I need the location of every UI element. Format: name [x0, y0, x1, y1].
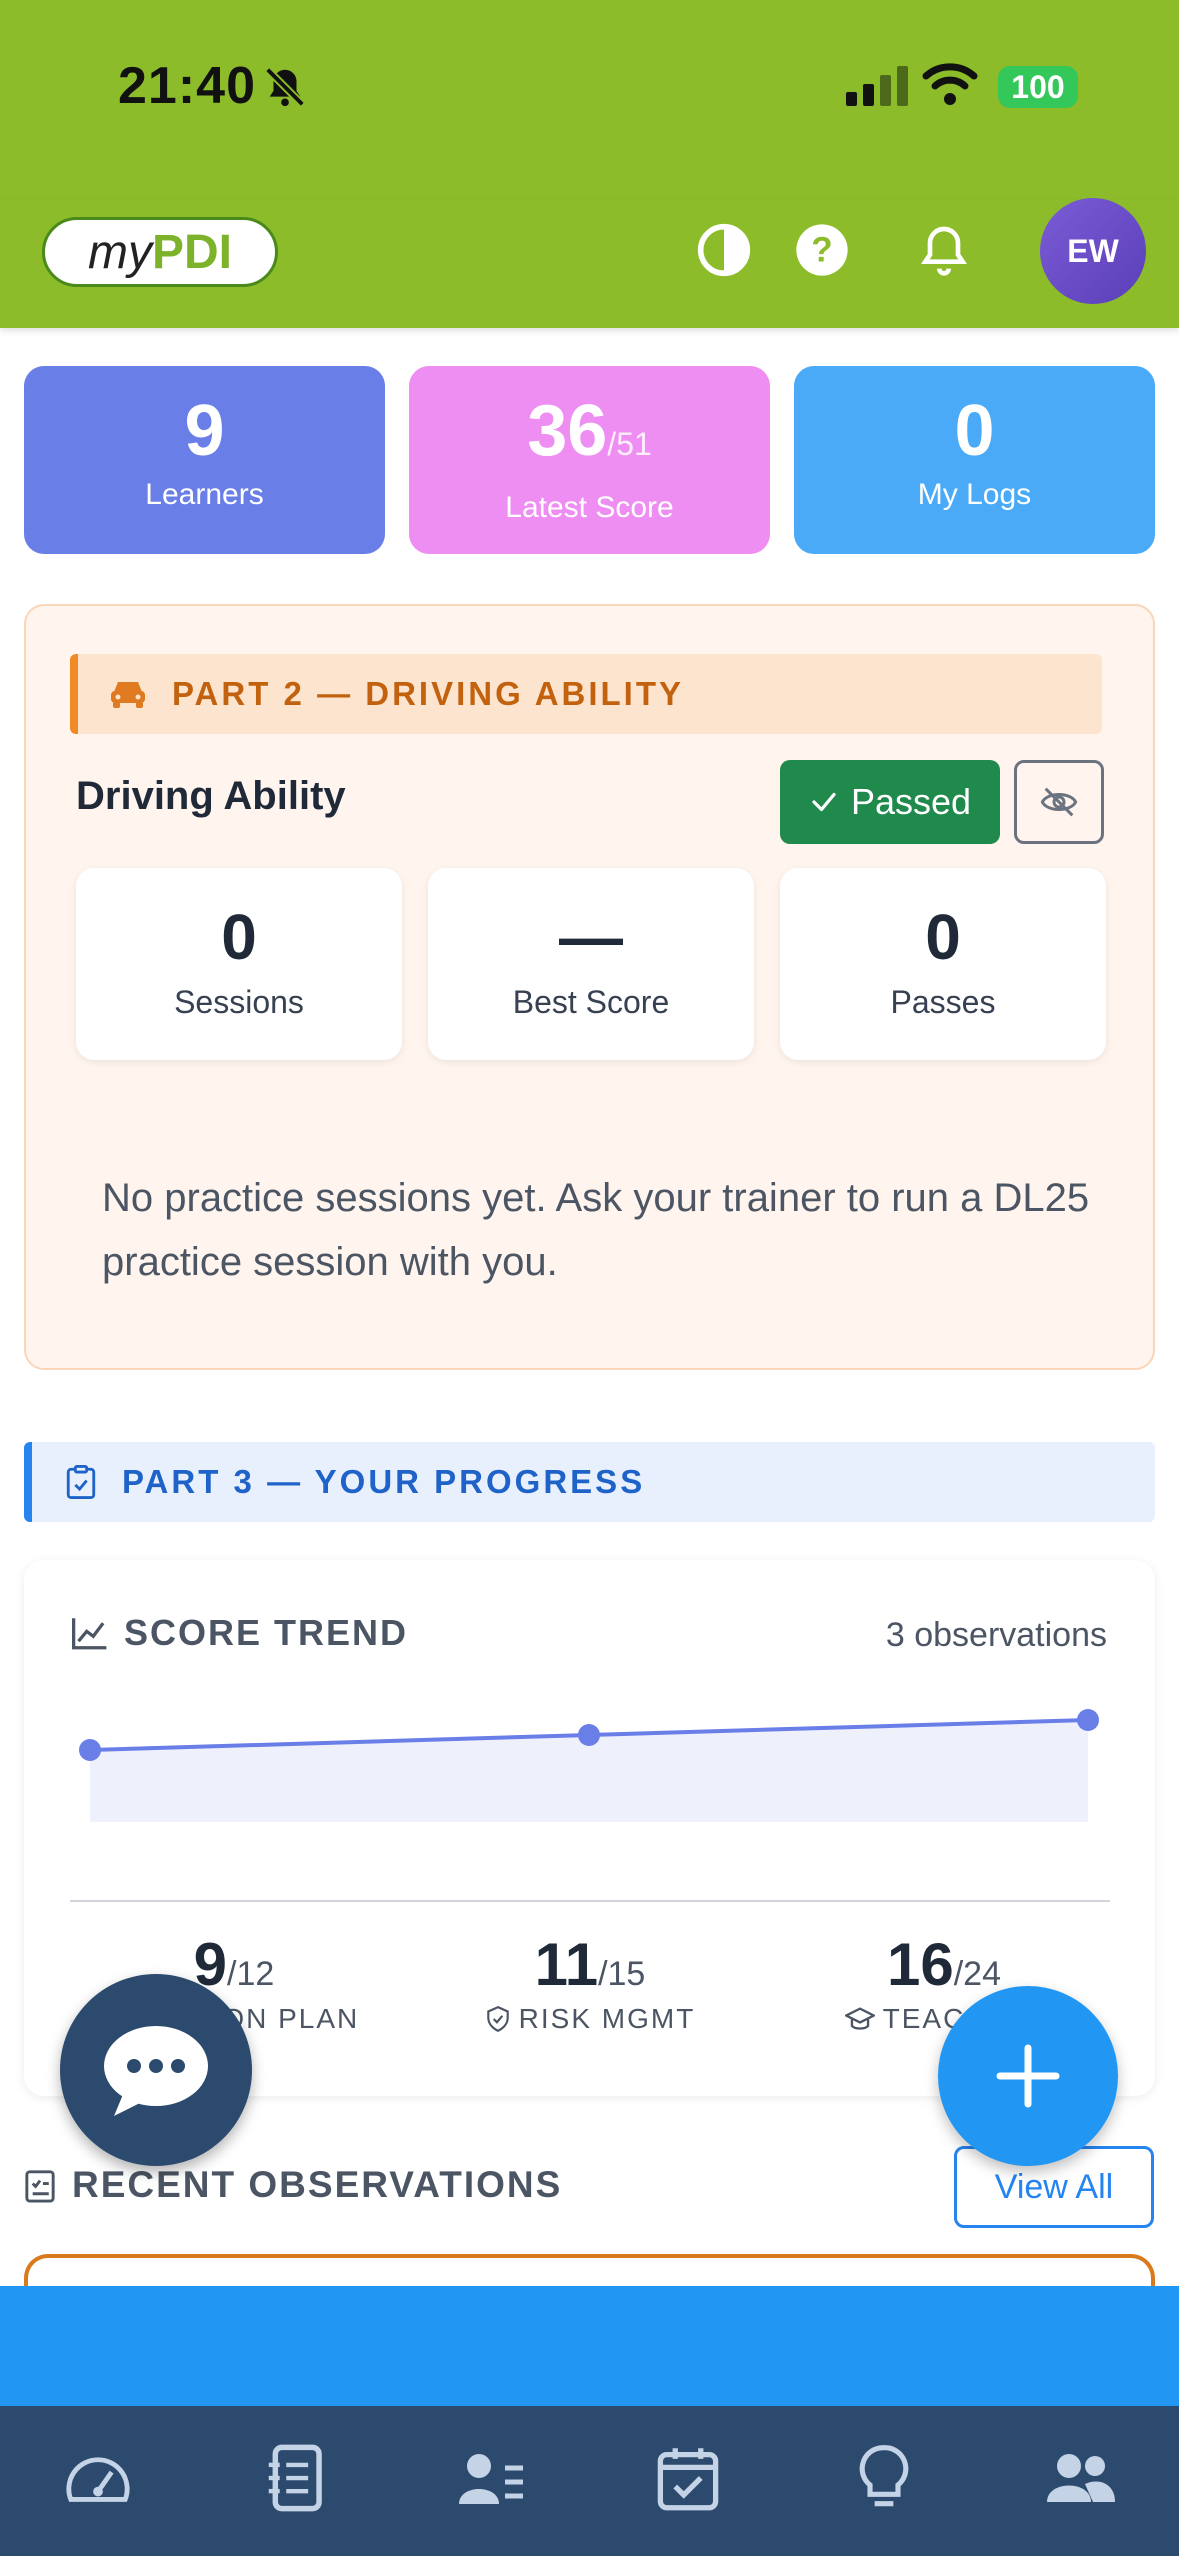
calendar-icon	[657, 2448, 719, 2511]
hide-toggle-button[interactable]	[1014, 760, 1104, 844]
logo-my-text: my	[88, 225, 152, 279]
part3-banner-text: PART 3 — YOUR PROGRESS	[122, 1463, 646, 1500]
best-score-value: —	[559, 901, 623, 973]
dashboard-icon	[66, 2457, 130, 2502]
stat-learners-label: Learners	[145, 478, 264, 511]
stat-latest-score-label: Latest Score	[505, 491, 674, 524]
checklist-icon	[25, 2170, 55, 2203]
car-icon	[111, 682, 145, 708]
part2-banner-text: PART 2 — DRIVING ABILITY	[172, 675, 685, 712]
wifi-icon	[922, 63, 978, 105]
stat-learners-value: 9	[184, 391, 225, 471]
teaching-score: 16	[886, 1931, 954, 1998]
status-time: 21:40	[118, 57, 256, 115]
risk-mgmt-label: RISK MGMT	[518, 2003, 696, 2034]
plus-icon	[996, 2044, 1060, 2108]
sessions-metric: 0 Sessions	[76, 868, 402, 1060]
check-icon	[812, 792, 836, 812]
logo-pdi-text: PDI	[151, 225, 232, 279]
teaching-max: /24	[953, 1955, 1001, 1993]
contrast-toggle-icon[interactable]	[696, 222, 752, 278]
eye-off-icon	[1040, 787, 1078, 817]
stat-my-logs-label: My Logs	[917, 478, 1032, 511]
svg-text:?: ?	[811, 231, 832, 270]
trend-point-2[interactable]	[578, 1724, 600, 1746]
passes-value: 0	[925, 901, 961, 973]
add-button[interactable]	[938, 1986, 1118, 2166]
part3-banner: PART 3 — YOUR PROGRESS	[24, 1442, 1155, 1522]
sessions-value: 0	[221, 901, 257, 973]
passed-label: Passed	[850, 781, 972, 822]
app-header: my PDI ? EW	[0, 198, 1179, 328]
sessions-label: Sessions	[174, 984, 304, 1020]
stat-learners[interactable]: 9 Learners	[24, 366, 385, 554]
nav-notes[interactable]	[250, 2440, 340, 2516]
empty-sessions-message: No practice sessions yet. Ask your train…	[102, 1176, 1090, 1284]
lightbulb-icon	[859, 2445, 909, 2507]
passed-button[interactable]: Passed	[780, 760, 1000, 844]
notes-icon	[268, 2444, 322, 2512]
trend-point-3[interactable]	[1077, 1709, 1099, 1731]
nav-tips[interactable]	[839, 2440, 929, 2516]
driving-ability-card: PART 2 — DRIVING ABILITY Driving Ability…	[24, 604, 1155, 1370]
nav-community[interactable]	[1036, 2440, 1126, 2516]
community-icon	[1046, 2454, 1115, 2502]
nav-dashboard[interactable]	[53, 2440, 143, 2516]
stat-latest-score[interactable]: 36/51 Latest Score	[409, 366, 770, 554]
risk-mgmt-max: /15	[598, 1955, 646, 1993]
status-bar: 21:40 100	[0, 0, 1179, 200]
chat-button[interactable]	[60, 1974, 252, 2166]
nav-calendar[interactable]	[643, 2440, 733, 2516]
part2-banner: PART 2 — DRIVING ABILITY	[70, 654, 1102, 734]
graduation-cap-icon	[844, 2007, 875, 2030]
bottom-banner	[0, 2286, 1179, 2406]
learners-icon	[459, 2454, 524, 2504]
clipboard-check-icon	[66, 1465, 96, 1499]
help-icon[interactable]: ?	[794, 222, 850, 278]
trend-point-1[interactable]	[79, 1739, 101, 1761]
nav-learners[interactable]	[446, 2440, 536, 2516]
trend-divider	[70, 1900, 1110, 1902]
passes-label: Passes	[890, 984, 996, 1020]
cellular-signal-icon	[846, 66, 908, 106]
recent-observations-title: RECENT OBSERVATIONS	[72, 2164, 563, 2205]
bottom-navigation	[0, 2406, 1179, 2556]
passes-metric: 0 Passes	[780, 868, 1106, 1060]
shield-icon	[486, 2005, 509, 2033]
driving-ability-title: Driving Ability	[76, 774, 346, 818]
chat-bubble-icon	[104, 2026, 208, 2116]
stat-latest-score-value: 36	[527, 391, 608, 471]
stat-latest-score-max: /51	[607, 426, 652, 462]
recent-observations-header: RECENT OBSERVATIONS	[22, 2164, 562, 2206]
notifications-bell-icon[interactable]	[916, 222, 972, 278]
battery-indicator: 100	[998, 66, 1078, 108]
sub-score-risk-mgmt: 11/15 RISK MGMT	[440, 1930, 740, 2035]
user-avatar[interactable]: EW	[1040, 198, 1146, 304]
bell-muted-icon	[265, 67, 305, 107]
lesson-plan-max: /12	[227, 1955, 275, 1993]
best-score-label: Best Score	[512, 984, 670, 1020]
best-score-metric: — Best Score	[428, 868, 754, 1060]
stat-my-logs-value: 0	[954, 391, 995, 471]
app-logo[interactable]: my PDI	[42, 217, 278, 287]
risk-mgmt-score: 11	[534, 1931, 599, 1998]
stat-my-logs[interactable]: 0 My Logs	[794, 366, 1155, 554]
